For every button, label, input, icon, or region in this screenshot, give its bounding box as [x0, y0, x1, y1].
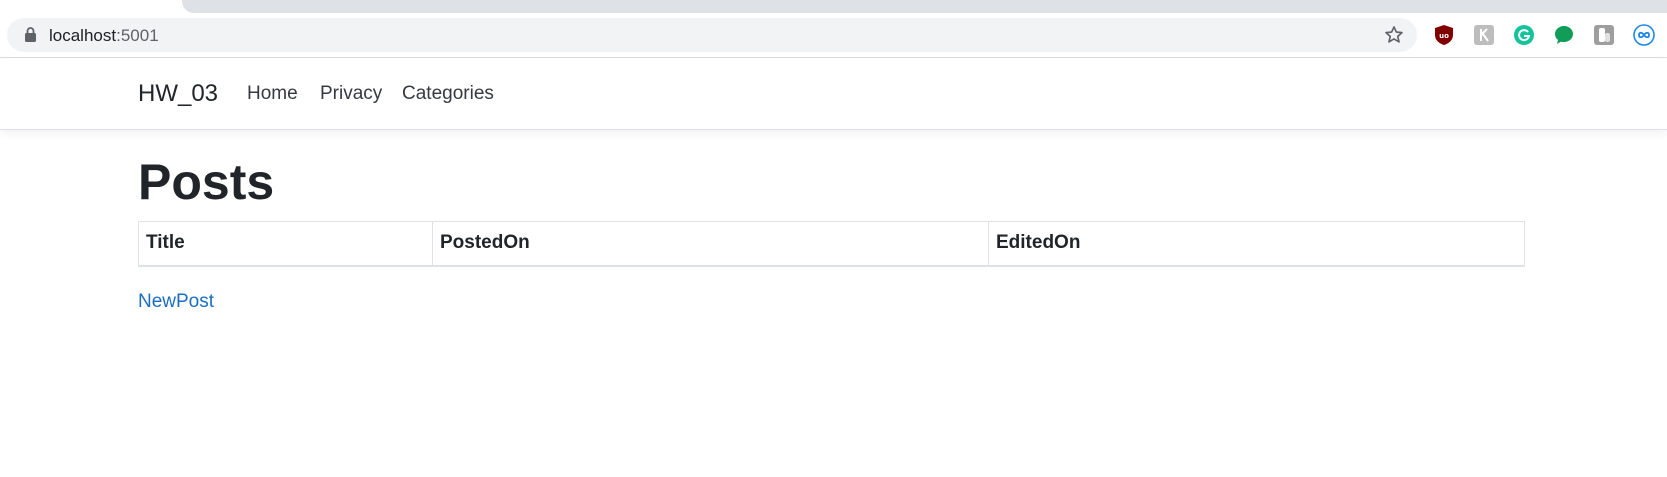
table-header-row: Title PostedOn EditedOn — [138, 221, 1525, 267]
extension-gray-icon[interactable] — [1473, 24, 1495, 46]
bookmark-star-icon[interactable] — [1383, 24, 1405, 46]
ublock-extension-icon[interactable]: uo — [1433, 24, 1455, 46]
lock-icon[interactable] — [24, 27, 37, 42]
site-navbar: HW_03 Home Privacy Categories — [0, 58, 1667, 130]
grammarly-extension-icon[interactable] — [1513, 24, 1535, 46]
tab-strip — [182, 0, 1667, 13]
column-header-title: Title — [138, 221, 433, 267]
brand-link[interactable]: HW_03 — [138, 80, 218, 108]
hand-extension-icon[interactable] — [1593, 24, 1615, 46]
url-text[interactable]: localhost:5001 — [49, 26, 159, 45]
nav-link-home[interactable]: Home — [247, 83, 298, 105]
browser-chrome: localhost:5001 uo — [0, 0, 1667, 58]
page-title: Posts — [138, 154, 275, 210]
chat-extension-icon[interactable] — [1553, 24, 1575, 46]
infinity-extension-icon[interactable] — [1633, 24, 1655, 46]
new-post-link[interactable]: NewPost — [138, 291, 214, 313]
address-bar[interactable]: localhost:5001 — [7, 18, 1417, 52]
posts-table: Title PostedOn EditedOn — [138, 221, 1525, 267]
url-port: :5001 — [116, 26, 159, 45]
nav-link-privacy[interactable]: Privacy — [320, 83, 382, 105]
column-header-posted-on: PostedOn — [432, 221, 989, 267]
svg-text:uo: uo — [1439, 32, 1449, 40]
column-header-edited-on: EditedOn — [988, 221, 1525, 267]
url-host: localhost — [49, 26, 117, 45]
nav-link-categories[interactable]: Categories — [402, 83, 494, 105]
